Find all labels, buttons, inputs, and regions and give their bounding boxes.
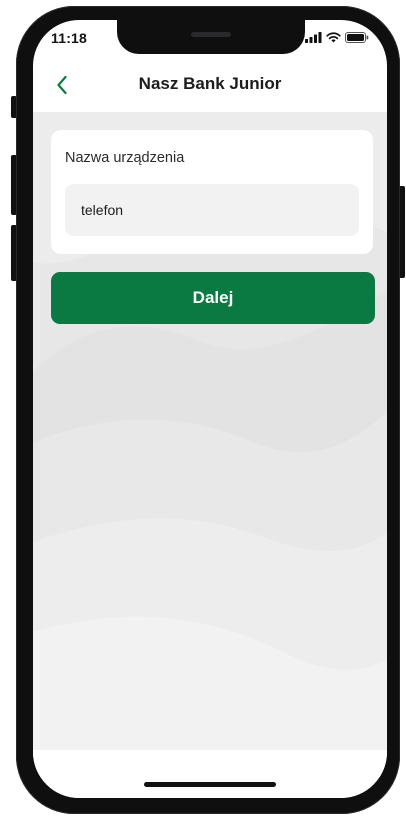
device-name-input[interactable] — [65, 184, 359, 236]
speaker-grille — [191, 32, 231, 37]
notch — [117, 20, 305, 54]
device-name-label: Nazwa urządzenia — [65, 150, 185, 166]
phone-screen: 11:18 Nasz Bank Junior Nazwa urządzenia … — [33, 20, 387, 798]
app-stage: 11:18 Nasz Bank Junior Nazwa urządzenia … — [0, 0, 406, 820]
status-time: 11:18 — [51, 30, 88, 46]
content-area: Nazwa urządzenia Dalej — [33, 112, 387, 750]
app-header: Nasz Bank Junior — [33, 64, 387, 112]
signal-icon — [305, 32, 322, 43]
battery-icon — [345, 32, 369, 43]
bottom-safe-area — [33, 750, 387, 798]
page-title: Nasz Bank Junior — [138, 74, 282, 93]
wifi-icon — [326, 32, 341, 43]
home-indicator[interactable] — [144, 782, 276, 787]
next-button[interactable]: Dalej — [51, 272, 375, 324]
device-name-card: Nazwa urządzenia — [51, 130, 373, 254]
status-icons — [305, 32, 369, 43]
